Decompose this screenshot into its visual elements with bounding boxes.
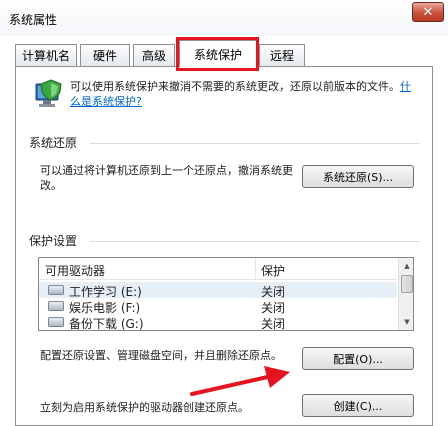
separator [90,143,420,144]
tab-label: 系统保护 [193,47,242,62]
drive-icon [48,317,64,327]
column-divider[interactable] [255,258,256,280]
scrollbar-thumb[interactable] [401,275,413,293]
drives-list[interactable]: 可用驱动器 保护 工作学习 (E:) 关闭 娱乐电影 (F:) 关闭 备份下载 … [38,257,414,331]
column-header-drives[interactable]: 可用驱动器 [45,262,105,279]
scroll-down-icon[interactable]: ▼ [399,314,413,330]
tab-system-protection[interactable]: 系统保护 [179,40,257,67]
tab-label: 硬件 [92,49,117,63]
drives-list-scrollbar[interactable]: ▲ ▼ [398,258,413,330]
drive-row[interactable]: 工作学习 (E:) 关闭 [39,282,397,299]
configure-button[interactable]: 配置(O)... [302,347,414,370]
drives-list-header: 可用驱动器 保护 [39,258,397,280]
close-button[interactable]: ✕ [412,2,444,22]
tab-label: 远程 [269,49,294,63]
protection-settings-section-title: 保护设置 [29,234,78,248]
tab-label: 高级 [141,49,166,63]
tab-computer-name[interactable]: 计算机名 [15,44,77,66]
intro-text: 可以使用系统保护来撤消不需要的系统更改，还原以前版本的文件。什么是系统保护? [70,79,420,109]
drive-icon [48,301,64,311]
drive-row[interactable]: 备份下载 (G:) 关闭 [39,314,397,330]
create-description: 立刻为启用系统保护的驱动器创建还原点。 [40,401,249,414]
column-header-protection[interactable]: 保护 [261,262,285,279]
computer-shield-icon [30,78,64,112]
separator [90,241,420,242]
system-restore-description: 可以通过将计算机还原到上一个还原点，撤消系统更改。 [40,164,293,192]
create-button[interactable]: 创建(C)... [302,394,414,417]
tab-hardware[interactable]: 硬件 [80,44,130,66]
drive-name: 备份下载 (G:) [69,317,144,331]
tab-remote[interactable]: 远程 [259,44,305,66]
drive-icon [48,285,64,295]
annotation-arrow-icon [190,366,290,396]
close-icon: ✕ [422,4,434,20]
drive-row[interactable]: 娱乐电影 (F:) 关闭 [39,298,397,315]
window-title: 系统属性 [9,13,58,27]
system-restore-button[interactable]: 系统还原(S)... [302,165,414,188]
tab-advanced[interactable]: 高级 [133,44,175,66]
intro-description: 可以使用系统保护来撤消不需要的系统更改，还原以前版本的文件。 [70,80,400,93]
drive-protection-status: 关闭 [261,317,286,331]
tab-label: 计算机名 [21,49,70,63]
system-restore-section-title: 系统还原 [29,136,78,150]
scroll-up-icon[interactable]: ▲ [399,258,413,274]
title-bar: 系统属性 ✕ [0,0,448,36]
